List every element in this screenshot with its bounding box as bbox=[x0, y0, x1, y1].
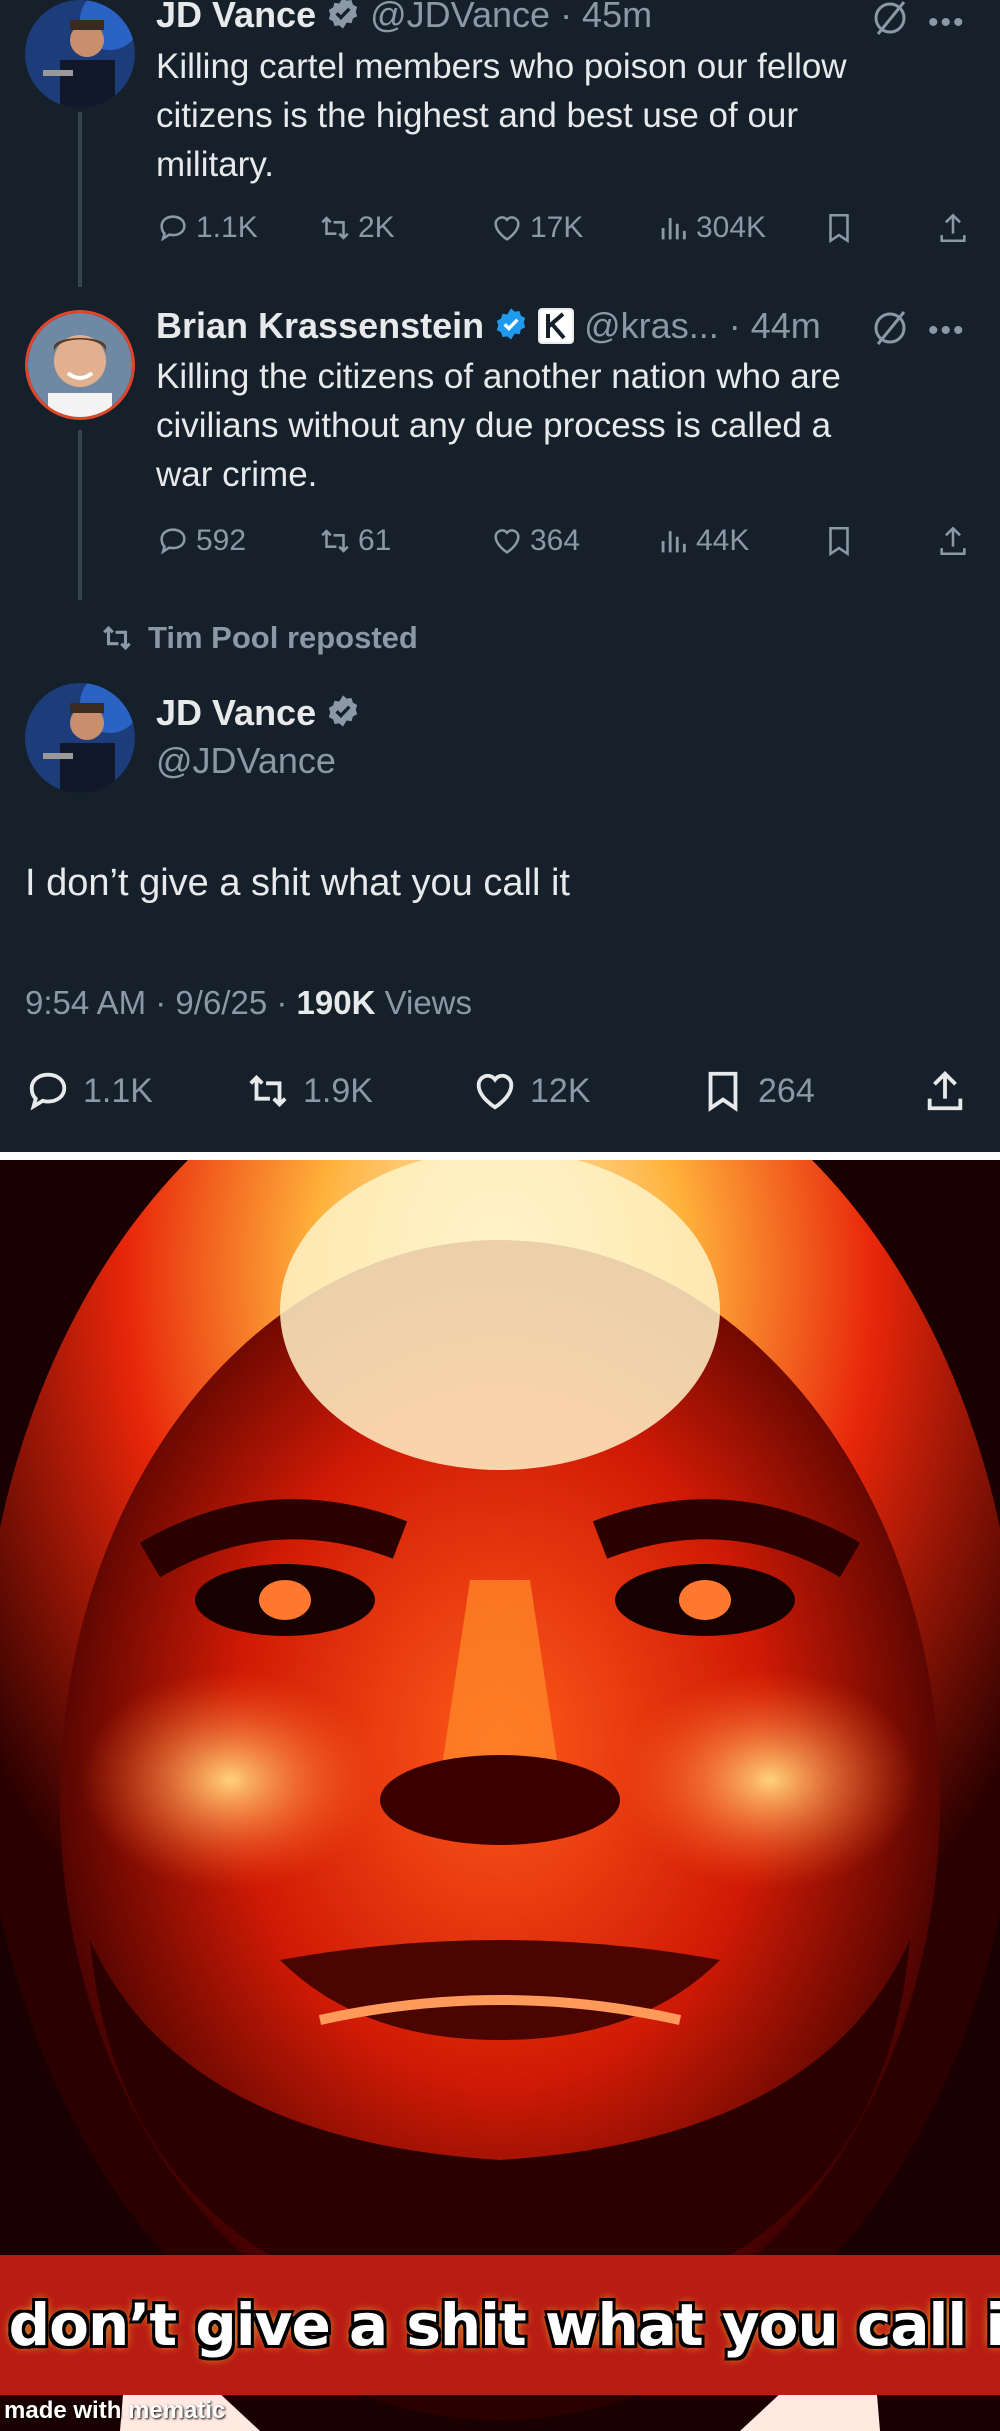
author-handle[interactable]: @JDVance bbox=[370, 0, 550, 36]
reply-button[interactable]: 1.1K bbox=[156, 211, 258, 245]
repost-icon bbox=[321, 529, 349, 553]
like-button[interactable]: 364 bbox=[490, 524, 580, 558]
views-count[interactable]: 190K bbox=[297, 984, 376, 1021]
share-button[interactable] bbox=[936, 524, 970, 558]
avatar-jd-vance[interactable] bbox=[25, 0, 135, 108]
deep-fried-meme-image bbox=[0, 1160, 1000, 2431]
bookmark-button[interactable] bbox=[822, 524, 856, 558]
repost-button[interactable]: 1.9K bbox=[245, 1068, 373, 1114]
grok-icon[interactable] bbox=[870, 0, 910, 43]
mematic-watermark: made with mematic bbox=[4, 2397, 226, 2424]
views-icon bbox=[661, 218, 686, 240]
verified-badge-icon bbox=[494, 307, 528, 346]
bookmark-button[interactable]: 264 bbox=[700, 1068, 815, 1114]
tweet-time: 9:54 AM bbox=[25, 984, 147, 1021]
bookmark-icon bbox=[708, 1071, 738, 1112]
repost-icon bbox=[249, 1074, 287, 1108]
thread-line bbox=[78, 112, 82, 287]
repost-icon bbox=[103, 625, 131, 651]
repost-button[interactable]: 61 bbox=[318, 524, 391, 558]
reply-button[interactable]: 592 bbox=[156, 524, 246, 558]
more-options-icon[interactable]: ••• bbox=[928, 314, 966, 348]
heart-icon bbox=[476, 1073, 514, 1110]
avatar-jd-vance[interactable] bbox=[25, 683, 135, 793]
tweet-text: Killing the citizens of another nation w… bbox=[156, 357, 841, 494]
bookmark-icon bbox=[829, 526, 849, 557]
divider bbox=[0, 1152, 1000, 1160]
meme-caption: I don’t give a shit what you call it bbox=[0, 2291, 1000, 2359]
heart-icon bbox=[494, 216, 520, 241]
author-name[interactable]: JD Vance bbox=[156, 692, 316, 734]
tweet-date: 9/6/25 bbox=[175, 984, 268, 1021]
meme-face-illustration bbox=[0, 1160, 1000, 2431]
share-icon bbox=[940, 213, 966, 243]
meta-separator: · bbox=[155, 984, 176, 1021]
avatar-brian-krassenstein[interactable] bbox=[25, 310, 135, 420]
like-button[interactable]: 12K bbox=[472, 1068, 591, 1114]
share-button[interactable] bbox=[936, 211, 970, 245]
repost-icon bbox=[321, 216, 349, 240]
reply-icon bbox=[160, 528, 186, 555]
views-label: Views bbox=[384, 984, 473, 1021]
author-name[interactable]: Brian Krassenstein bbox=[156, 305, 484, 347]
views-icon bbox=[661, 531, 686, 553]
tweet-time: · 44m bbox=[728, 305, 821, 346]
meme-caption-bar: I don’t give a shit what you call it bbox=[0, 2255, 1000, 2395]
main-tweet-text: I don’t give a shit what you call it bbox=[25, 862, 570, 904]
heart-icon bbox=[494, 529, 520, 554]
tweet-time: · 45m bbox=[560, 0, 653, 35]
bookmark-icon bbox=[829, 213, 849, 244]
author-handle[interactable]: @JDVance bbox=[156, 740, 336, 782]
share-icon bbox=[940, 526, 966, 556]
more-options-icon[interactable]: ••• bbox=[928, 6, 966, 40]
repost-context[interactable]: Tim Pool reposted bbox=[100, 620, 418, 656]
reply-button[interactable]: 1.1K bbox=[25, 1068, 153, 1114]
views-button[interactable]: 44K bbox=[656, 524, 749, 558]
reply-icon bbox=[160, 215, 186, 242]
verified-badge-icon bbox=[326, 694, 360, 733]
affiliate-k-icon bbox=[538, 308, 575, 344]
like-button[interactable]: 17K bbox=[490, 211, 583, 245]
tweet-text: Killing cartel members who poison our fe… bbox=[156, 47, 847, 184]
tweet-meta: 9:54 AM · 9/6/25 · 190K Views bbox=[25, 984, 472, 1022]
share-button[interactable] bbox=[922, 1068, 968, 1114]
author-handle[interactable]: @kras... bbox=[584, 305, 719, 347]
meta-separator: · bbox=[276, 984, 297, 1021]
share-icon bbox=[927, 1071, 963, 1111]
author-name[interactable]: JD Vance bbox=[156, 0, 316, 36]
views-button[interactable]: 304K bbox=[656, 211, 766, 245]
reply-icon bbox=[29, 1072, 67, 1111]
verified-badge-icon bbox=[326, 0, 360, 35]
bookmark-button[interactable] bbox=[822, 211, 856, 245]
thread-line bbox=[78, 430, 82, 600]
repost-button[interactable]: 2K bbox=[318, 211, 395, 245]
grok-icon[interactable] bbox=[870, 308, 910, 353]
